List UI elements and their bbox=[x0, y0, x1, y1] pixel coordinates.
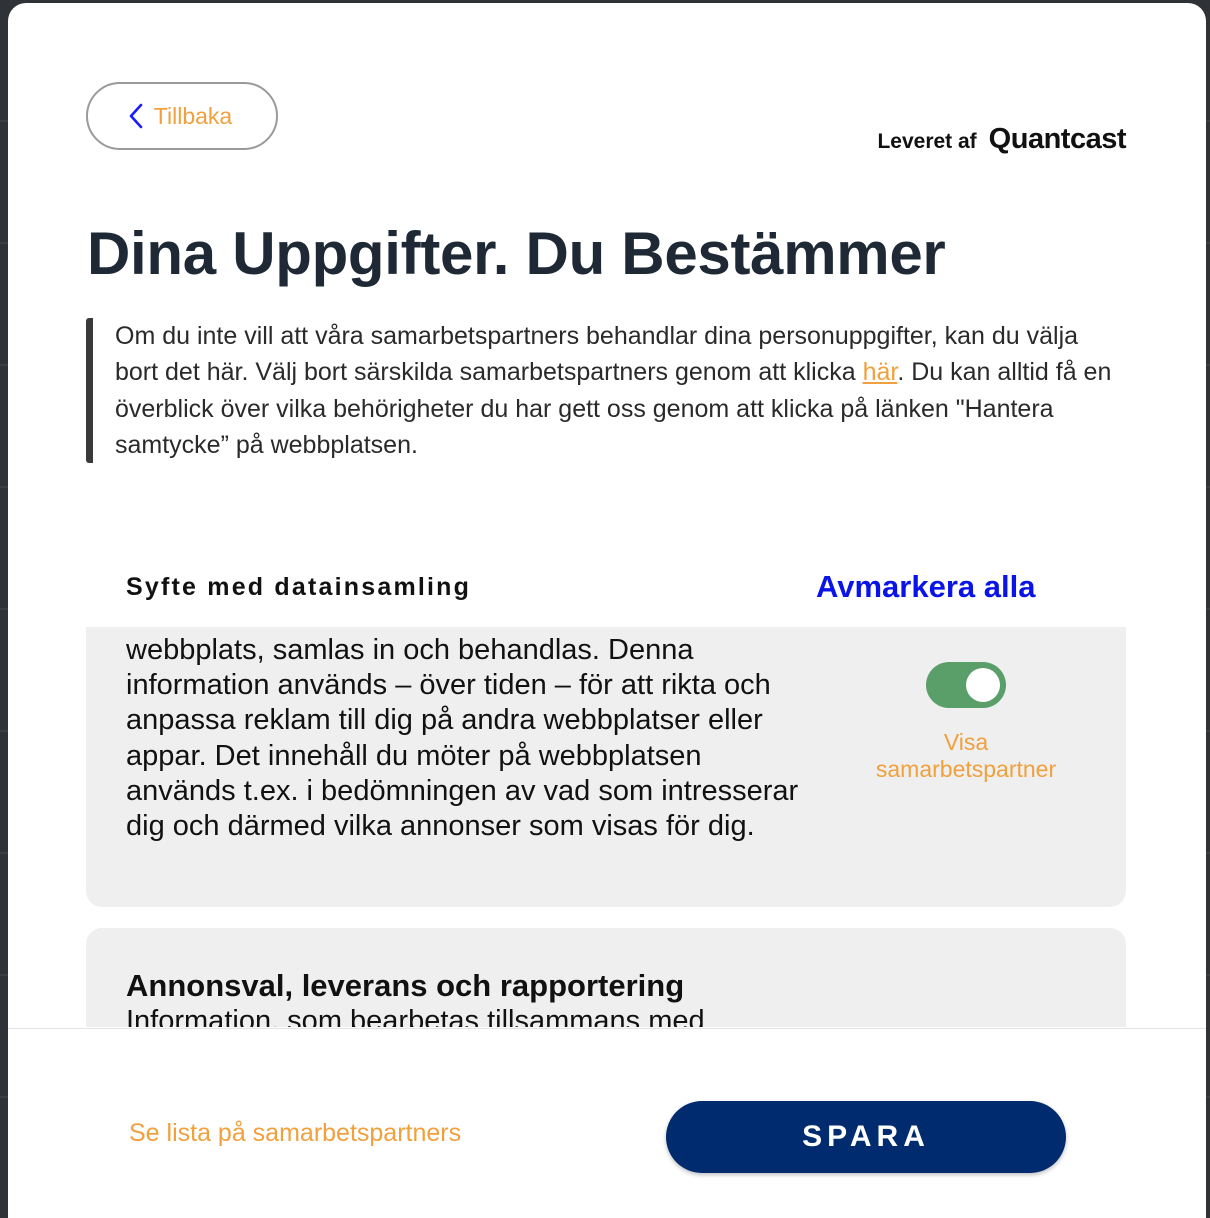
vendor-list-link[interactable]: Se lista på samarbetspartners bbox=[129, 1119, 461, 1148]
select-partners-link[interactable]: här bbox=[863, 358, 898, 386]
purpose-card: webbplats, samlas in och behandlas. Denn… bbox=[86, 627, 1126, 907]
consent-dialog: Tillbaka Leveret af Quantcast Dina Uppgi… bbox=[8, 3, 1206, 1218]
back-button[interactable]: Tillbaka bbox=[86, 82, 278, 150]
deselect-all-button[interactable]: Avmarkera alla bbox=[816, 569, 1035, 605]
back-button-label: Tillbaka bbox=[153, 102, 233, 129]
chevron-left-icon bbox=[129, 103, 143, 129]
purpose-title: Annonsval, leverans och rapportering bbox=[126, 968, 685, 1003]
powered-by: Leveret af Quantcast bbox=[877, 123, 1126, 156]
page-title: Dina Uppgifter. Du Bestämmer bbox=[87, 220, 946, 287]
quantcast-logo: Quantcast bbox=[988, 123, 1127, 155]
intro-text: Om du inte vill att våra samarbetspartne… bbox=[86, 318, 1126, 464]
purposes-header: Syfte med datainsamling bbox=[126, 573, 472, 601]
purpose-description: webbplats, samlas in och behandlas. Denn… bbox=[126, 634, 799, 843]
dialog-footer: Se lista på samarbetspartners SPARA bbox=[8, 1028, 1206, 1218]
purpose-description: Information, som bearbetas tillsammans m… bbox=[126, 1005, 705, 1027]
purposes-list[interactable]: webbplats, samlas in och behandlas. Denn… bbox=[86, 627, 1126, 1027]
save-button[interactable]: SPARA bbox=[666, 1101, 1066, 1173]
show-partners-link[interactable]: Visa samarbetspartner bbox=[852, 729, 1080, 783]
powered-by-text: Leveret af bbox=[877, 130, 977, 153]
purpose-toggle[interactable] bbox=[926, 662, 1006, 708]
toggle-knob bbox=[966, 668, 1000, 702]
purpose-card: Annonsval, leverans och rapportering Inf… bbox=[86, 928, 1126, 1027]
